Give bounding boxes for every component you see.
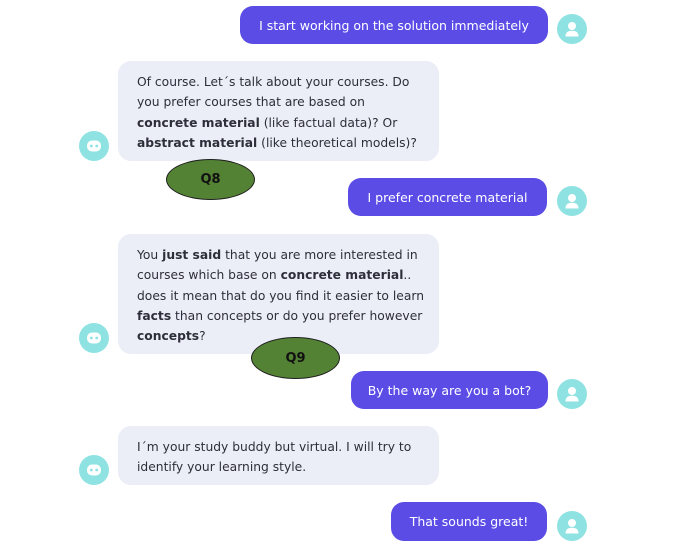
user-avatar-icon (557, 186, 587, 216)
message-text: I´m your study buddy but virtual. I will… (137, 440, 412, 475)
user-message-bubble: That sounds great! (391, 502, 547, 541)
bot-avatar-icon (79, 455, 109, 485)
bot-message-bubble: I´m your study buddy but virtual. I will… (118, 426, 439, 485)
message-text: (like factual data)? Or (259, 115, 398, 130)
user-avatar-icon (557, 379, 587, 409)
bot-avatar-icon (79, 131, 109, 161)
message-text: You (137, 248, 163, 262)
bot-message-bubble: You just said that you are more interest… (118, 234, 439, 354)
user-message-bubble: By the way are you a bot? (351, 371, 548, 409)
message-text: Of course. Let´s talk about your courses… (137, 75, 410, 110)
message-emphasis: concepts (137, 329, 200, 344)
message-emphasis: concrete material (280, 268, 404, 283)
q9-annotation-badge: Q9 (251, 337, 340, 379)
user-message-bubble: I prefer concrete material (348, 178, 547, 216)
message-text: ? (199, 329, 206, 344)
message-emphasis: abstract material (137, 135, 258, 150)
q8-annotation-badge: Q8 (166, 159, 255, 200)
user-avatar-icon (557, 14, 587, 44)
user-avatar-icon (557, 511, 587, 541)
bot-avatar-icon (79, 323, 109, 353)
message-emphasis: facts (137, 308, 172, 323)
user-message-bubble: I start working on the solution immediat… (240, 6, 548, 44)
message-text: (like theoretical models)? (257, 135, 417, 150)
message-emphasis: just said (162, 248, 222, 262)
message-emphasis: concrete material (137, 115, 260, 130)
bot-message-bubble: Of course. Let´s talk about your courses… (118, 61, 439, 161)
message-text: than concepts or do you prefer however (171, 308, 423, 323)
